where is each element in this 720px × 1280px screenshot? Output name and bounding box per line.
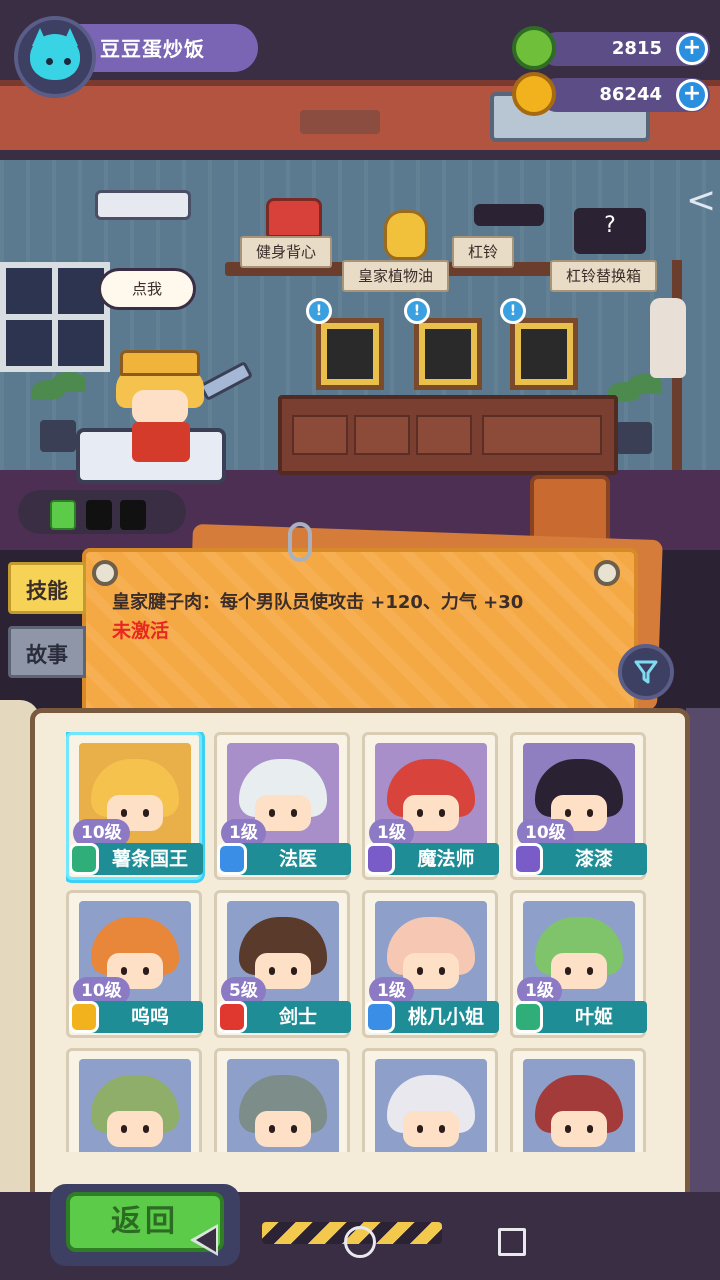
character-card[interactable]: 10级 漆漆: [510, 732, 647, 880]
class-icon: [513, 843, 543, 875]
character-portrait: [227, 1059, 339, 1152]
speech-bubble[interactable]: 点我: [98, 268, 196, 310]
album-icon[interactable]: [530, 475, 610, 545]
vent-icon: [300, 110, 380, 134]
alert-icon: !: [404, 298, 430, 324]
barbell-box-icon[interactable]: ?: [574, 208, 646, 254]
system-home-icon[interactable]: [344, 1226, 376, 1258]
character-card[interactable]: [214, 1048, 350, 1152]
battery-full-icon: [50, 500, 76, 530]
king-character[interactable]: [110, 350, 210, 462]
picture-frame[interactable]: [510, 318, 578, 390]
character-grid: 10级 薯条国王 1级 法医 1级 魔法师 10级 漆漆 10级 呜呜 5级 剑士 1级 桃几小姐 1级 叶姬: [66, 732, 656, 1152]
cat-avatar-icon[interactable]: [14, 16, 96, 98]
character-card[interactable]: 1级 法医: [214, 732, 351, 880]
class-icon: [365, 843, 395, 875]
character-card[interactable]: 1级 魔法师: [362, 732, 499, 880]
currency-value: 86244: [599, 84, 662, 105]
character-portrait: [523, 1059, 635, 1152]
coat-icon: [650, 298, 686, 378]
currency-planet-bar: 86244 +: [512, 72, 710, 116]
character-card[interactable]: [510, 1048, 646, 1152]
alert-icon: !: [500, 298, 526, 324]
gym-item-label: 杠铃: [452, 236, 515, 268]
add-planet-coin-button[interactable]: +: [676, 79, 708, 111]
tab-skill[interactable]: 技能: [8, 562, 86, 614]
character-portrait: [375, 1059, 487, 1152]
player-name: 豆豆蛋炒饭: [100, 37, 205, 61]
add-donut-button[interactable]: +: [676, 33, 708, 65]
oil-bottle-icon[interactable]: [384, 210, 428, 260]
gym-item-label: 杠铃替换箱: [550, 260, 658, 292]
picture-frame[interactable]: [414, 318, 482, 390]
skill-description: 皇家腱子肉：每个男队员使攻击 +120、力气 +30: [112, 592, 524, 613]
character-card[interactable]: [362, 1048, 498, 1152]
desk: [278, 395, 618, 475]
vest-icon[interactable]: [266, 198, 322, 238]
share-icon[interactable]: <: [686, 180, 720, 228]
class-icon: [513, 1001, 543, 1033]
pin-icon: [92, 560, 118, 586]
character-card[interactable]: 10级 呜呜: [66, 890, 203, 1038]
game-scene: 健身背心 皇家植物油 杠铃 ? 杠铃替换箱 ! ! ! 点我 豆豆蛋炒饭 281…: [0, 0, 720, 1280]
pin-icon: [594, 560, 620, 586]
window: [0, 262, 110, 372]
character-card[interactable]: 1级 叶姬: [510, 890, 647, 1038]
class-icon: [365, 1001, 395, 1033]
donut-coin-icon: [512, 26, 556, 70]
character-card[interactable]: 10级 薯条国王: [66, 732, 203, 880]
system-recent-apps-icon[interactable]: [498, 1228, 526, 1256]
filter-button[interactable]: [618, 644, 674, 700]
skill-status: 未激活: [112, 620, 170, 642]
class-icon: [69, 1001, 99, 1033]
currency-value: 2815: [611, 38, 662, 59]
gym-item-label: 健身背心: [240, 236, 333, 268]
battery-empty-icon: [120, 500, 146, 530]
barbell-icon[interactable]: [474, 204, 544, 226]
character-card[interactable]: 5级 剑士: [214, 890, 351, 1038]
class-icon: [217, 1001, 247, 1033]
alert-icon: !: [306, 298, 332, 324]
character-portrait: [79, 1059, 191, 1152]
tab-story[interactable]: 故事: [8, 626, 86, 678]
battery-empty-icon: [86, 500, 112, 530]
planet-coin-icon: [512, 72, 556, 116]
character-card[interactable]: [66, 1048, 202, 1152]
class-icon: [69, 843, 99, 875]
character-card[interactable]: 1级 桃几小姐: [362, 890, 499, 1038]
gym-item-label: 皇家植物油: [342, 260, 450, 292]
picture-frame[interactable]: [316, 318, 384, 390]
system-back-icon-inner: [196, 1228, 216, 1252]
book-edge: [686, 708, 720, 1208]
currency-donut-bar: 2815 +: [512, 26, 710, 70]
paperclip-icon: [288, 522, 312, 562]
projector-icon: [95, 190, 191, 220]
filter-icon: [634, 660, 658, 684]
class-icon: [217, 843, 247, 875]
